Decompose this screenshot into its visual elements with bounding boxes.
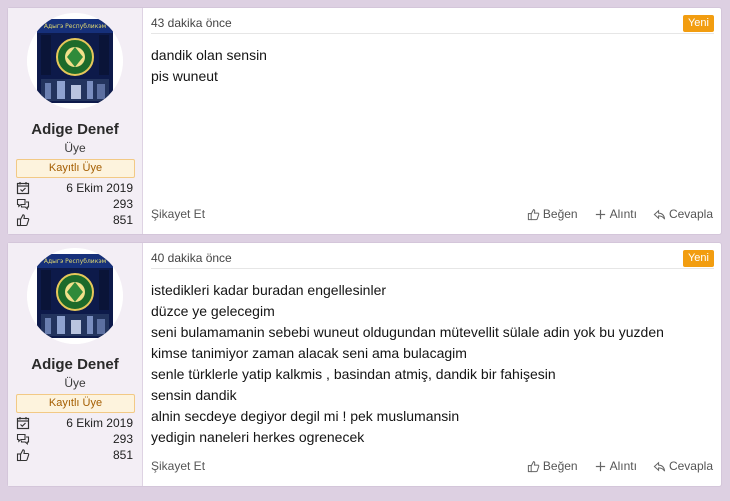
thumbs-up-icon (16, 213, 30, 227)
stat-reactions-value: 851 (112, 213, 133, 227)
comments-icon (16, 432, 30, 446)
thumbs-up-icon (527, 208, 540, 220)
stat-messages: 293 (16, 431, 133, 447)
stat-joined: 6 Ekim 2019 (16, 180, 133, 196)
stat-messages-value: 293 (112, 197, 133, 211)
user-title: Üye (64, 141, 86, 155)
stat-messages: 293 (16, 196, 133, 212)
message-body: istedikleri kadar buradan engellesinler … (151, 280, 711, 448)
new-badge: Yeni (682, 15, 714, 32)
avatar-caption: Адыгэ Республикэм (44, 23, 106, 30)
reply-label: Cevapla (668, 459, 713, 473)
message-post: Адыгэ Республикэм Adige Denef Üye Kayıtl… (7, 7, 722, 235)
user-cell: Адыгэ Республикэм Adige Denef Üye Kayıtl… (8, 8, 143, 234)
like-button[interactable]: Beğen (527, 207, 578, 221)
stat-reactions: 851 (16, 212, 133, 228)
stat-joined: 6 Ekim 2019 (16, 415, 133, 431)
new-badge: Yeni (682, 250, 714, 267)
stat-reactions: 851 (16, 447, 133, 463)
user-cell: Адыгэ Республикэм Adige Denef Üye Kayıtl… (8, 243, 143, 486)
avatar-image: Адыгэ Республикэм (27, 248, 123, 344)
plus-icon (595, 209, 605, 219)
comments-icon (16, 197, 30, 211)
header-divider (151, 268, 714, 269)
message-line: kimse tanimiyor zaman alacak seni ama bu… (151, 345, 467, 361)
stat-joined-value: 6 Ekim 2019 (66, 181, 133, 195)
reply-icon (653, 209, 666, 219)
thumbs-up-icon (527, 460, 540, 472)
post-time[interactable]: 40 dakika önce (151, 251, 232, 265)
report-link[interactable]: Şikayet Et (151, 207, 511, 221)
post-time[interactable]: 43 dakika önce (151, 16, 232, 30)
post-actions: Şikayet Et Beğen Alıntı Cevapla (151, 207, 713, 221)
message-line: düzce ye gelecegim (151, 303, 275, 319)
avatar-caption: Адыгэ Республикэм (44, 258, 106, 265)
quote-button[interactable]: Alıntı (594, 459, 637, 473)
plus-icon (595, 461, 605, 471)
message-cell: 43 dakika önce Yeni dandik olan sensin p… (143, 8, 721, 234)
like-label: Beğen (542, 459, 578, 473)
message-line: istedikleri kadar buradan engellesinler (151, 282, 387, 298)
username[interactable]: Adige Denef (8, 121, 142, 138)
user-stats: 6 Ekim 2019 293 851 (16, 180, 133, 228)
quote-label: Alıntı (609, 207, 637, 221)
message-post: Адыгэ Республикэм Adige Denef Üye Kayıtl… (7, 242, 722, 487)
like-label: Beğen (542, 207, 578, 221)
message-line: seni bulamamanin sebebi wuneut oldugunda… (151, 324, 664, 340)
like-button[interactable]: Beğen (527, 459, 578, 473)
quote-label: Alıntı (609, 459, 637, 473)
message-line: alnin secdeye degiyor degil mi ! pek mus… (151, 408, 460, 424)
user-title: Üye (64, 376, 86, 390)
message-line: yedigin naneleri herkes ogrenecek (151, 429, 365, 445)
message-line: sensin dandik (151, 387, 237, 403)
message-line: senle türklerle yatip kalkmis , basindan… (151, 366, 556, 382)
quote-button[interactable]: Alıntı (594, 207, 637, 221)
message-cell: 40 dakika önce Yeni istedikleri kadar bu… (143, 243, 721, 486)
calendar-check-icon (16, 181, 30, 195)
avatar[interactable]: Адыгэ Республикэм (27, 13, 123, 109)
header-divider (151, 33, 714, 34)
username[interactable]: Adige Denef (8, 356, 142, 373)
thumbs-up-icon (16, 448, 30, 462)
message-line: dandik olan sensin (151, 47, 267, 63)
calendar-check-icon (16, 416, 30, 430)
avatar[interactable]: Адыгэ Республикэм (27, 248, 123, 344)
stat-messages-value: 293 (112, 432, 133, 446)
report-link[interactable]: Şikayet Et (151, 459, 511, 473)
reply-icon (653, 461, 666, 471)
user-banner: Kayıtlı Üye (16, 394, 135, 413)
avatar-image: Адыгэ Республикэм (27, 13, 123, 109)
user-banner: Kayıtlı Üye (16, 159, 135, 178)
stat-reactions-value: 851 (112, 448, 133, 462)
reply-button[interactable]: Cevapla (653, 207, 713, 221)
message-line: pis wuneut (151, 68, 218, 84)
stat-joined-value: 6 Ekim 2019 (66, 416, 133, 430)
user-stats: 6 Ekim 2019 293 851 (16, 415, 133, 463)
reply-label: Cevapla (668, 207, 713, 221)
post-actions: Şikayet Et Beğen Alıntı Cevapla (151, 459, 713, 473)
reply-button[interactable]: Cevapla (653, 459, 713, 473)
message-body: dandik olan sensin pis wuneut (151, 45, 711, 87)
